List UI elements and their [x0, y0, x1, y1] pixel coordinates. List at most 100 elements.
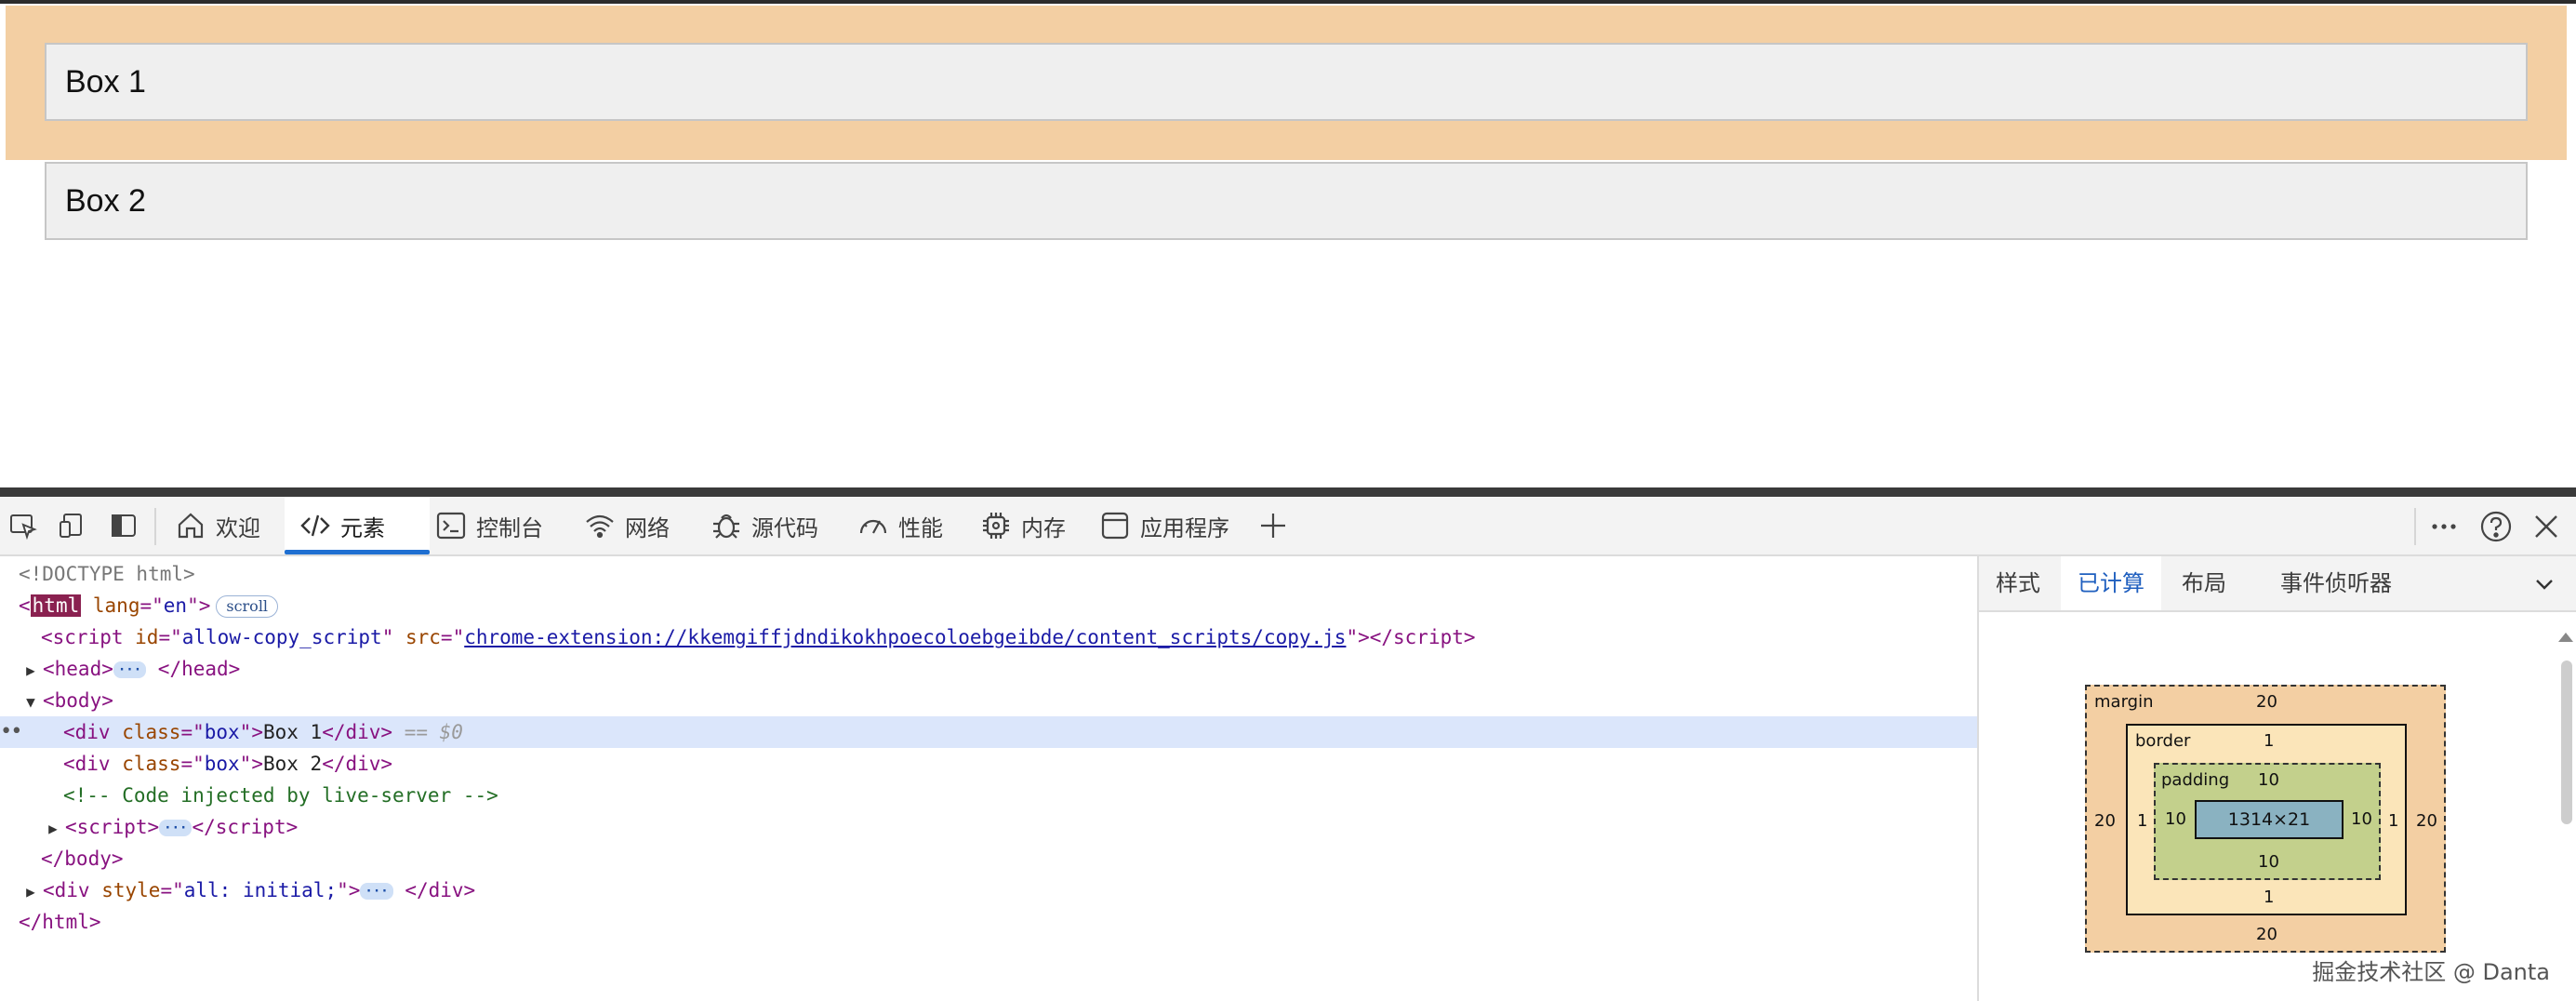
device-emulation-icon[interactable] [58, 510, 89, 541]
window-icon [1101, 512, 1129, 540]
dom-node-div-initial[interactable]: ▶ <div style="all: initial;"> ··· </div> [0, 874, 1996, 906]
tab-elements-label: 元素 [340, 514, 385, 541]
div-class-value: box [204, 721, 240, 743]
div-style-value: all: initial; [183, 879, 338, 901]
scrollbar-thumb[interactable] [2561, 661, 2572, 824]
chip-icon [983, 513, 1009, 539]
expand-arrow-icon[interactable]: ▶ [41, 813, 65, 845]
side-pane: 样式 已计算 布局 事件侦听器 margin 20 20 20 20 borde… [1977, 556, 2576, 1001]
scroll-up-arrow-icon[interactable] [2558, 633, 2573, 642]
box-2: Box 2 [45, 162, 2528, 240]
padding-right-value[interactable]: 10 [2351, 809, 2372, 829]
margin-label: margin [2094, 692, 2154, 712]
dock-side-icon[interactable] [108, 510, 139, 541]
collapse-arrow-icon[interactable]: ▼ [19, 687, 43, 718]
close-icon [2535, 515, 2557, 538]
toolbar-divider-right [2414, 508, 2416, 545]
dom-node-div-box1[interactable]: •• <div class="box">Box 1</div> == $0 [0, 716, 2040, 748]
tab-application[interactable]: 应用程序 [1099, 497, 1239, 554]
wifi-icon [586, 514, 614, 539]
expand-arrow-icon[interactable]: ▶ [19, 655, 43, 687]
dom-node-body[interactable]: ▼ <body> [0, 685, 1996, 716]
plus-icon [1261, 514, 1285, 538]
margin-left-value[interactable]: 20 [2094, 811, 2116, 831]
tab-memory-label: 内存 [1021, 514, 1066, 541]
dom-node-doctype[interactable]: <!DOCTYPE html> [0, 558, 1996, 590]
console-icon [436, 512, 466, 540]
close-devtools-button[interactable] [2530, 510, 2563, 543]
box-model-border: border 1 1 1 1 padding 10 10 10 10 1314×… [2126, 724, 2407, 915]
more-tools-button[interactable] [2427, 510, 2461, 543]
dom-node-html[interactable]: <html lang="en"> scroll [0, 590, 1996, 621]
dom-node-html-close[interactable]: </html> [0, 906, 1996, 938]
dom-node-head[interactable]: ▶ <head> ··· </head> [0, 653, 1996, 685]
side-pane-tabs: 样式 已计算 布局 事件侦听器 [1979, 556, 2576, 612]
padding-label: padding [2161, 770, 2230, 790]
margin-bottom-value[interactable]: 20 [2256, 925, 2277, 944]
margin-right-value[interactable]: 20 [2416, 811, 2437, 831]
border-bottom-value[interactable]: 1 [2264, 888, 2274, 907]
tab-computed[interactable]: 已计算 [2061, 556, 2161, 610]
node-actions-icon[interactable]: •• [0, 716, 22, 748]
tab-sources[interactable]: 源代码 [710, 497, 831, 554]
padding-left-value[interactable]: 10 [2165, 809, 2186, 829]
inspect-element-icon[interactable] [7, 510, 39, 541]
border-left-value[interactable]: 1 [2137, 811, 2147, 831]
collapsed-ellipsis[interactable]: ··· [360, 883, 393, 900]
tab-memory[interactable]: 内存 [980, 497, 1082, 554]
padding-bottom-value[interactable]: 10 [2258, 852, 2279, 872]
watermark: 掘金技术社区 @ Danta [2312, 959, 2550, 985]
dom-node-div-box2[interactable]: <div class="box">Box 2</div> [0, 748, 2040, 780]
tab-network[interactable]: 网络 [584, 497, 686, 554]
dom-node-comment[interactable]: <!-- Code injected by live-server --> [0, 780, 2040, 811]
tab-event-listeners[interactable]: 事件侦听器 [2264, 556, 2409, 610]
box-model-content[interactable]: 1314×21 [2195, 800, 2344, 839]
border-top-value[interactable]: 1 [2264, 731, 2274, 751]
add-tab-button[interactable] [1257, 497, 1295, 554]
div-class-value-2: box [204, 753, 240, 775]
gauge-icon [859, 519, 887, 534]
side-pane-scrollbar[interactable] [2557, 620, 2576, 992]
devtools-toolbar: 欢迎 元素 控制台 网络 源代码 性能 内存 应用程序 [0, 497, 2576, 556]
dom-node-script-injected[interactable]: ▶ <script> ··· </script> [0, 811, 2018, 843]
tab-console-label: 控制台 [476, 514, 543, 541]
selected-marker: == $0 [404, 721, 463, 743]
scroll-badge[interactable]: scroll [216, 595, 279, 618]
chevron-down-icon[interactable] [2531, 571, 2557, 597]
tab-application-label: 应用程序 [1140, 514, 1229, 541]
dom-node-body-close[interactable]: </body> [0, 843, 2018, 874]
dom-node-script-copy[interactable]: <script id="allow-copy_script" src="chro… [0, 621, 2018, 653]
border-right-value[interactable]: 1 [2388, 811, 2398, 831]
box1-text-node: Box 1 [262, 721, 323, 743]
tab-welcome[interactable]: 欢迎 [175, 497, 277, 554]
tab-performance[interactable]: 性能 [857, 497, 960, 554]
expand-arrow-icon[interactable]: ▶ [19, 876, 43, 908]
bug-icon [713, 514, 739, 539]
toolbar-divider [154, 508, 156, 545]
tab-network-label: 网络 [625, 514, 670, 541]
margin-top-value[interactable]: 20 [2256, 692, 2277, 712]
devtools-splitter[interactable] [0, 487, 2576, 497]
more-icon [2432, 524, 2456, 529]
tab-sources-label: 源代码 [751, 514, 818, 541]
tab-elements[interactable]: 元素 [285, 497, 430, 554]
tab-layout[interactable]: 布局 [2165, 556, 2243, 610]
devtools-panel: 欢迎 元素 控制台 网络 源代码 性能 内存 应用程序 <!DOCTYPE ht… [0, 497, 2576, 1001]
border-label: border [2135, 731, 2191, 751]
collapsed-ellipsis[interactable]: ··· [113, 661, 147, 678]
comment-text: <!-- Code injected by live-server --> [63, 784, 498, 807]
home-icon [178, 513, 204, 539]
tab-styles[interactable]: 样式 [1979, 556, 2057, 610]
box-1: Box 1 [45, 43, 2528, 121]
help-button[interactable] [2479, 510, 2513, 543]
page-viewport: Box 1 Box 2 [0, 0, 2576, 487]
doctype-text: <!DOCTYPE html> [19, 563, 195, 585]
tab-console[interactable]: 控制台 [435, 497, 556, 554]
collapsed-ellipsis[interactable]: ··· [159, 820, 193, 836]
tab-performance-label: 性能 [898, 514, 943, 541]
script-id-value: allow-copy_script [181, 626, 382, 648]
script-src-link[interactable]: chrome-extension://kkemgiffjdndikokhpoec… [464, 626, 1346, 648]
padding-top-value[interactable]: 10 [2258, 770, 2279, 790]
box-model-margin: margin 20 20 20 20 border 1 1 1 1 paddin… [2085, 685, 2446, 953]
help-icon [2480, 511, 2512, 542]
